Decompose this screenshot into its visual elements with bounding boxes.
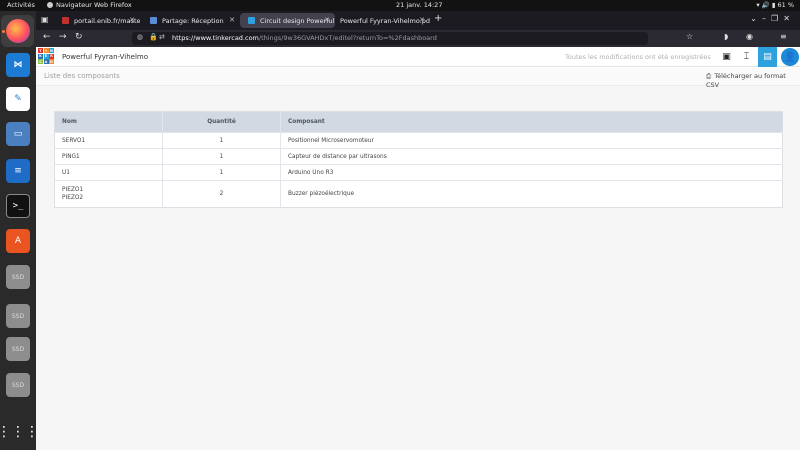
table-row: SERVO1 1 Positionnel Microservomoteur: [54, 132, 783, 149]
components-table: Nom Quantité Composant SERVO1 1 Position…: [54, 111, 783, 208]
tab-label: Powerful Fyyran-Vihelmo.pd: [340, 17, 430, 25]
tab-bar: ▣ portail.enib.fr/master/dc ✕ Partage: R…: [36, 11, 800, 30]
circuit-view-icon[interactable]: ▣: [717, 47, 736, 67]
cell-name-item: PIEZO2: [62, 195, 84, 201]
user-icon: 👤: [783, 51, 797, 63]
tinkercad-logo[interactable]: T I N K E R C A D: [38, 48, 54, 66]
tab-circuit-design[interactable]: Circuit design Powerful F ✕: [240, 13, 335, 28]
cell-component: Buzzer piézoélectrique: [280, 180, 783, 208]
component-list-panel: Liste des composants ⎙ Télécharger au for…: [36, 68, 800, 450]
component-list-icon[interactable]: ▤: [758, 47, 777, 67]
volume-icon: 🔊: [761, 1, 770, 9]
activities-button[interactable]: Activités: [7, 1, 35, 9]
schematic-view-icon[interactable]: ⌶: [737, 47, 756, 67]
tinkercad-header: T I N K E R C A D Powerful Fyyran-Vihelm…: [36, 47, 800, 67]
cell-component: Positionnel Microservomoteur: [280, 132, 783, 149]
battery-icon: ▮: [771, 1, 776, 9]
cell-name: PIEZO1 PIEZO2: [54, 180, 163, 208]
lock-icon[interactable]: 🔒: [149, 33, 158, 41]
drive-icon[interactable]: SSD: [6, 373, 30, 397]
tab-partage[interactable]: Partage: Réception ✕: [142, 13, 240, 28]
table-row: PING1 1 Capteur de distance par ultrason…: [54, 148, 783, 165]
running-indicator: [2, 30, 5, 33]
app-menu-label: Navigateur Web Firefox: [56, 1, 132, 9]
close-tab-icon[interactable]: ✕: [419, 16, 425, 24]
system-tray[interactable]: ▾ 🔊 ▮ 61 %: [756, 1, 794, 9]
cell-quantity: 1: [162, 148, 281, 165]
reload-icon[interactable]: ↻: [75, 32, 83, 42]
clock[interactable]: 21 janv. 14:27: [396, 1, 442, 9]
software-center-icon[interactable]: A: [6, 229, 30, 253]
cell-name: SERVO1: [54, 132, 163, 149]
new-tab-icon[interactable]: +: [434, 13, 442, 24]
url-domain: https://www.tinkercad.com: [172, 34, 259, 42]
project-name[interactable]: Powerful Fyyran-Vihelmo: [62, 53, 148, 61]
tab-label: Partage: Réception: [162, 17, 224, 25]
drive-icon[interactable]: SSD: [6, 304, 30, 328]
url-path: /things/9w36GVAHDxT/editel?returnTo=%2Fd…: [258, 34, 437, 42]
tinkercad-favicon-icon: [248, 17, 255, 24]
firefox-small-icon: [47, 2, 53, 8]
pocket-icon[interactable]: ◗: [724, 32, 728, 41]
menu-icon[interactable]: ≡: [780, 32, 787, 41]
download-csv-button[interactable]: ⎙ Télécharger au format CSV: [706, 72, 800, 89]
table-row: U1 1 Arduino Uno R3: [54, 164, 783, 181]
firefox-icon[interactable]: [6, 19, 30, 43]
account-icon[interactable]: ◉: [746, 32, 753, 41]
cell-component: Arduino Uno R3: [280, 164, 783, 181]
firefox-window: ▣ portail.enib.fr/master/dc ✕ Partage: R…: [36, 11, 800, 450]
navigation-bar: ← → ↻ ◍ 🔒 ⇄ https://www.tinkercad.com/th…: [36, 30, 800, 47]
vscode-icon[interactable]: ⋈: [6, 53, 30, 77]
download-icon: ⎙: [706, 72, 712, 80]
text-editor-icon[interactable]: ✎: [6, 87, 30, 111]
terminal-icon[interactable]: >_: [6, 194, 30, 218]
cell-name: U1: [54, 164, 163, 181]
column-header-component[interactable]: Composant: [280, 111, 783, 133]
component-list-header: Liste des composants ⎙ Télécharger au for…: [36, 68, 800, 89]
avatar[interactable]: 👤: [781, 48, 799, 66]
bookmark-star-icon[interactable]: ☆: [686, 32, 693, 41]
forward-icon[interactable]: →: [59, 32, 67, 42]
column-header-name[interactable]: Nom: [54, 111, 163, 133]
back-icon[interactable]: ←: [43, 32, 51, 42]
tab-portail[interactable]: portail.enib.fr/master/dc ✕: [54, 13, 140, 28]
dock: ⋈ ✎ ▭ ≡ >_ A SSD SSD SSD SSD ⋮⋮⋮: [0, 11, 39, 450]
column-header-quantity[interactable]: Quantité: [162, 111, 281, 133]
app-menu[interactable]: Navigateur Web Firefox: [47, 1, 132, 9]
permissions-icon[interactable]: ⇄: [159, 33, 165, 41]
cell-quantity: 2: [162, 180, 281, 208]
writer-icon[interactable]: ≡: [6, 159, 30, 183]
cell-component: Capteur de distance par ultrasons: [280, 148, 783, 165]
close-tab-icon[interactable]: ✕: [229, 16, 235, 24]
url-bar[interactable]: ◍ 🔒 ⇄ https://www.tinkercad.com/things/9…: [132, 32, 648, 45]
table-header-row: Nom Quantité Composant: [54, 111, 783, 133]
mail-favicon-icon: [150, 17, 157, 24]
gmail-favicon-icon: [62, 17, 69, 24]
tab-pdf[interactable]: Powerful Fyyran-Vihelmo.pd ✕: [336, 13, 430, 28]
window-controls[interactable]: ⌄ – ❐ ✕: [750, 14, 790, 23]
download-csv-label: Télécharger au format CSV: [706, 72, 786, 89]
drive-icon[interactable]: SSD: [6, 265, 30, 289]
cell-name-item: PIEZO1: [62, 187, 84, 193]
files-icon[interactable]: ▭: [6, 122, 30, 146]
list-tabs-icon[interactable]: ▣: [41, 15, 49, 24]
cell-quantity: 1: [162, 132, 281, 149]
shield-icon[interactable]: ◍: [137, 33, 143, 41]
show-apps-icon[interactable]: ⋮⋮⋮: [0, 420, 39, 444]
close-tab-icon[interactable]: ✕: [129, 16, 135, 24]
cell-quantity: 1: [162, 164, 281, 181]
cell-name: PING1: [54, 148, 163, 165]
drive-icon[interactable]: SSD: [6, 337, 30, 361]
battery-label: 61 %: [777, 1, 794, 9]
wifi-icon: ▾: [756, 1, 760, 9]
table-row: PIEZO1 PIEZO2 2 Buzzer piézoélectrique: [54, 180, 783, 208]
save-status: Toutes les modifications ont été enregis…: [565, 53, 711, 61]
page-title: Liste des composants: [44, 72, 120, 80]
close-tab-icon[interactable]: ✕: [324, 16, 330, 24]
system-top-bar: Activités Navigateur Web Firefox 21 janv…: [0, 0, 800, 11]
